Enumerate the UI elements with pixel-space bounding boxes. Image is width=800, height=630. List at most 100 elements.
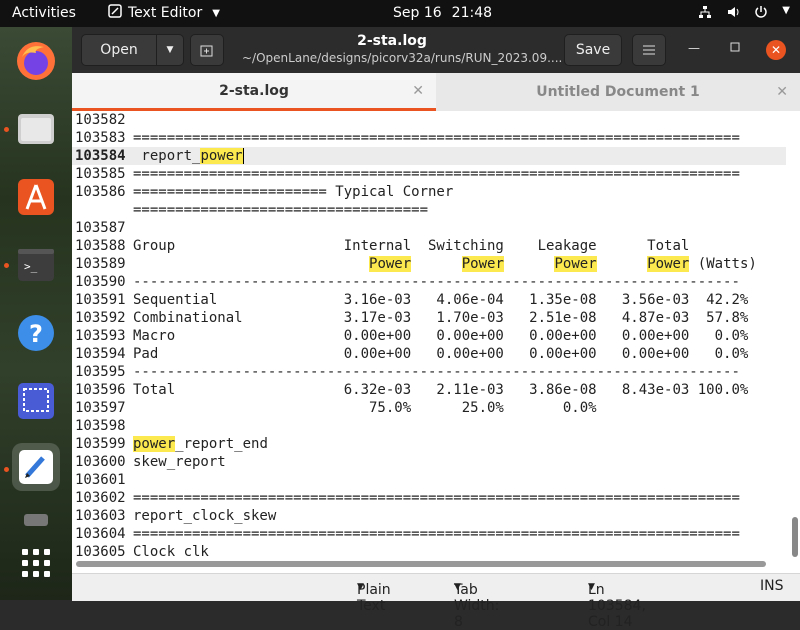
close-tab-icon[interactable]: ✕ bbox=[776, 84, 788, 100]
line-text: Clock clk bbox=[133, 544, 209, 560]
tab-bar: 2-sta.log ✕ Untitled Document 1 ✕ bbox=[72, 73, 800, 112]
editor-line[interactable]: 103604 ==================================… bbox=[72, 525, 740, 543]
minimize-icon[interactable]: — bbox=[688, 41, 700, 55]
line-text: ========================================… bbox=[133, 490, 740, 506]
chevron-down-icon: ▼ bbox=[588, 582, 595, 592]
line-text: ----------------------------------------… bbox=[133, 364, 740, 380]
volume-icon bbox=[726, 5, 740, 23]
editor-line[interactable]: 103605 Clock clk bbox=[72, 543, 209, 561]
search-highlight: power bbox=[200, 148, 244, 164]
new-tab-icon bbox=[200, 45, 213, 57]
horizontal-scrollbar[interactable] bbox=[76, 561, 766, 567]
window-title: 2-sta.log ~/OpenLane/designs/picorv32a/r… bbox=[242, 33, 562, 65]
line-number: 103589 bbox=[75, 256, 126, 272]
app-name: Text Editor bbox=[128, 5, 203, 21]
close-tab-icon[interactable]: ✕ bbox=[412, 83, 424, 99]
files-icon[interactable] bbox=[12, 105, 60, 153]
tab-label: Untitled Document 1 bbox=[536, 84, 700, 100]
network-icon bbox=[698, 5, 712, 23]
open-menu-button[interactable]: ▼ bbox=[156, 34, 184, 66]
editor-line[interactable]: 103593 Macro 0.00e+00 0.00e+00 0.00e+00 0… bbox=[72, 327, 748, 345]
app-menu[interactable]: Text Editor ▼ bbox=[108, 4, 220, 22]
top-bar: Activities Text Editor ▼ Sep 16 21:48 ▼ bbox=[0, 0, 800, 27]
editor-line[interactable]: 103583 ==================================… bbox=[72, 129, 740, 147]
line-number: 103590 bbox=[75, 274, 126, 290]
line-text: Sequential 3.16e-03 4.06e-04 1.35e-08 3.… bbox=[133, 292, 749, 308]
line-text: report_clock_skew bbox=[133, 508, 277, 524]
editor-line[interactable]: 103596 Total 6.32e-03 2.11e-03 3.86e-08 8… bbox=[72, 381, 748, 399]
close-window-button[interactable]: ✕ bbox=[766, 40, 786, 60]
trash-icon[interactable] bbox=[12, 509, 60, 529]
editor-line[interactable]: 103600 skew_report bbox=[72, 453, 226, 471]
search-highlight: Power bbox=[647, 256, 690, 272]
firefox-icon[interactable] bbox=[12, 37, 60, 85]
line-text: Pad 0.00e+00 0.00e+00 0.00e+00 0.00e+00 … bbox=[133, 346, 749, 362]
maximize-icon[interactable] bbox=[730, 41, 740, 55]
save-button[interactable]: Save bbox=[564, 34, 622, 66]
activities-button[interactable]: Activities bbox=[12, 5, 76, 21]
running-indicator bbox=[4, 127, 9, 132]
editor-line[interactable]: 103599 power_report_end bbox=[72, 435, 268, 453]
line-text: ----------------------------------------… bbox=[133, 274, 740, 290]
line-number: 103587 bbox=[75, 220, 126, 236]
line-number: 103596 bbox=[75, 382, 126, 398]
terminal-icon[interactable]: >_ bbox=[12, 241, 60, 289]
editor-line[interactable]: 103590 ----------------------------------… bbox=[72, 273, 740, 291]
vertical-scrollbar[interactable] bbox=[792, 517, 798, 557]
date-label: Sep 16 bbox=[393, 5, 442, 21]
editor-line[interactable]: =================================== bbox=[72, 201, 428, 219]
editor-line[interactable]: 103595 ----------------------------------… bbox=[72, 363, 740, 381]
editor-line[interactable]: 103585 ==================================… bbox=[72, 165, 740, 183]
editor-line[interactable]: 103588 Group Internal Switching Leakage T… bbox=[72, 237, 689, 255]
editor-line[interactable]: 103592 Combinational 3.17e-03 1.70e-03 2.… bbox=[72, 309, 748, 327]
editor-line[interactable]: 103586 ======================= Typical Co… bbox=[72, 183, 453, 201]
text-editor-icon[interactable] bbox=[12, 443, 60, 491]
line-number: 103592 bbox=[75, 310, 126, 326]
line-number: 103598 bbox=[75, 418, 126, 434]
running-indicator bbox=[4, 467, 9, 472]
line-text: Combinational 3.17e-03 1.70e-03 2.51e-08… bbox=[133, 310, 749, 326]
editor-line[interactable]: 103594 Pad 0.00e+00 0.00e+00 0.00e+00 0.0… bbox=[72, 345, 748, 363]
show-apps-icon[interactable] bbox=[12, 539, 60, 587]
line-number: 103591 bbox=[75, 292, 126, 308]
line-number: 103600 bbox=[75, 454, 126, 470]
editor-line[interactable]: 103601 bbox=[72, 471, 133, 489]
editor-line[interactable]: 103602 ==================================… bbox=[72, 489, 740, 507]
close-icon: ✕ bbox=[770, 43, 782, 57]
clock[interactable]: Sep 16 21:48 bbox=[393, 5, 492, 21]
line-number: 103585 bbox=[75, 166, 126, 182]
svg-text:>_: >_ bbox=[24, 260, 38, 273]
line-text: ======================= Typical Corner bbox=[133, 184, 454, 200]
editor-line[interactable]: 103584 report_power bbox=[72, 147, 786, 165]
line-number: 103597 bbox=[75, 400, 126, 416]
tab-untitled-document[interactable]: Untitled Document 1 ✕ bbox=[436, 73, 800, 111]
tab-2-sta-log[interactable]: 2-sta.log ✕ bbox=[72, 73, 436, 111]
time-label: 21:48 bbox=[451, 5, 493, 21]
line-number: 103601 bbox=[75, 472, 126, 488]
svg-text:?: ? bbox=[29, 320, 43, 348]
line-number: 103595 bbox=[75, 364, 126, 380]
app-center-icon[interactable] bbox=[12, 173, 60, 221]
line-text bbox=[504, 256, 555, 272]
main-menu-button[interactable] bbox=[632, 34, 666, 66]
editor-line[interactable]: 103598 bbox=[72, 417, 133, 435]
help-icon[interactable]: ? bbox=[12, 309, 60, 357]
text-editor-area[interactable]: 103605 Clock clk 103604 ===================… bbox=[72, 111, 800, 573]
open-button[interactable]: Open bbox=[81, 34, 157, 66]
editor-line[interactable]: 103589 Power Power Power Power (Watts) bbox=[72, 255, 757, 273]
search-highlight: Power bbox=[369, 256, 412, 272]
line-text bbox=[133, 256, 369, 272]
screenshot-icon[interactable] bbox=[12, 377, 60, 425]
new-tab-button[interactable] bbox=[190, 34, 224, 66]
line-number: 103594 bbox=[75, 346, 126, 362]
text-editor-window: Open ▼ 2-sta.log ~/OpenLane/designs/pico… bbox=[72, 27, 800, 630]
line-number: 103605 bbox=[75, 544, 126, 560]
running-indicator bbox=[4, 263, 9, 268]
editor-line[interactable]: 103582 bbox=[72, 111, 133, 129]
system-tray[interactable]: ▼ bbox=[698, 5, 790, 23]
editor-line[interactable]: 103597 75.0% 25.0% 0.0% bbox=[72, 399, 597, 417]
editor-line[interactable]: 103587 bbox=[72, 219, 133, 237]
editor-line[interactable]: 103603 report_clock_skew bbox=[72, 507, 276, 525]
line-number: 103586 bbox=[75, 184, 126, 200]
editor-line[interactable]: 103591 Sequential 3.16e-03 4.06e-04 1.35e… bbox=[72, 291, 748, 309]
